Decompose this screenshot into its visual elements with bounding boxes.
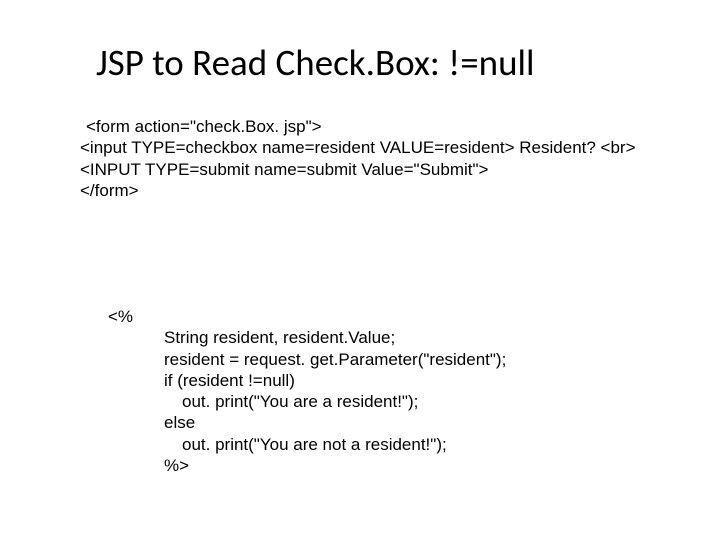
- code-line: <form action="check.Box. jsp">: [86, 116, 636, 137]
- code-line: out. print("You are a resident!");: [108, 391, 506, 412]
- code-line: if (resident !=null): [108, 370, 506, 391]
- jsp-code-block: <% String resident, resident.Value; resi…: [108, 306, 506, 476]
- form-code-block: <form action="check.Box. jsp"> <input TY…: [80, 116, 636, 201]
- code-line: <%: [108, 306, 506, 327]
- code-line: resident = request. get.Parameter("resid…: [108, 349, 506, 370]
- code-line: out. print("You are not a resident!");: [108, 434, 506, 455]
- code-line: <INPUT TYPE=submit name=submit Value="Su…: [80, 159, 636, 180]
- code-line: <input TYPE=checkbox name=resident VALUE…: [80, 137, 636, 158]
- code-line: </form>: [80, 180, 636, 201]
- slide: JSP to Read Check.Box: !=null <form acti…: [0, 0, 720, 540]
- code-line: else: [108, 412, 506, 433]
- code-line: %>: [108, 455, 506, 476]
- slide-title: JSP to Read Check.Box: !=null: [96, 40, 535, 85]
- code-line: String resident, resident.Value;: [108, 327, 506, 348]
